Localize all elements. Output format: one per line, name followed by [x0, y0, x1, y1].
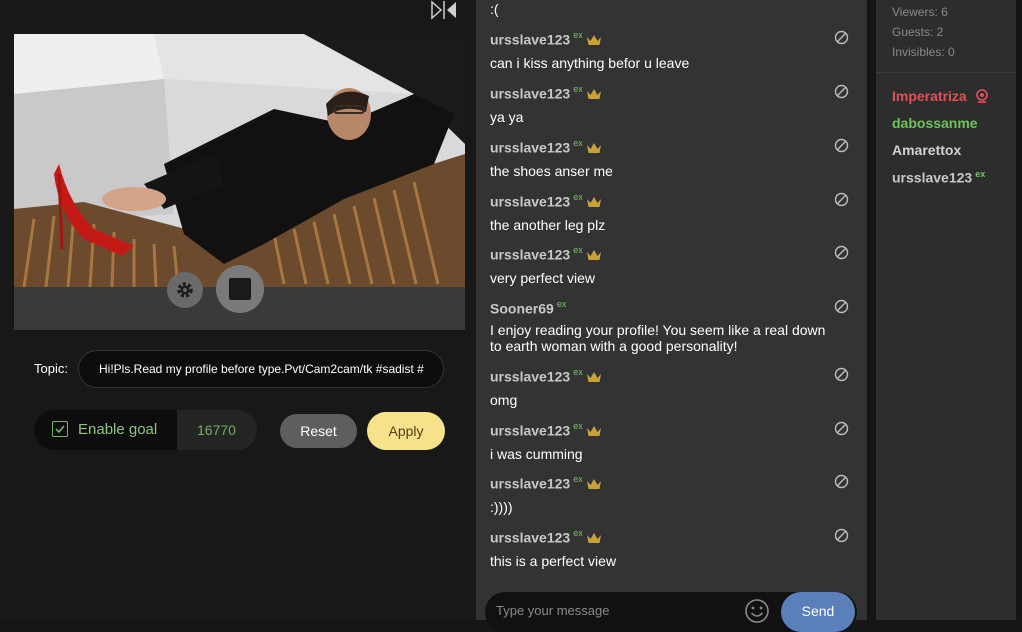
users-divider	[876, 72, 1016, 73]
chat-message: ursslave123 ex this is a perfect view	[490, 528, 849, 570]
chat-message: ursslave123 ex the shoes anser me	[490, 138, 849, 180]
chat-message: ursslave123 ex very perfect view	[490, 245, 849, 287]
chat-message-text: omg	[490, 392, 518, 409]
apply-button[interactable]: Apply	[367, 412, 445, 450]
chat-message: ursslave123 ex can i kiss anything befor u…	[490, 30, 849, 72]
user-list-item[interactable]: dabossanme	[892, 115, 978, 131]
ban-icon[interactable]	[834, 421, 849, 436]
chat-panel: :( ursslave123 ex can i kiss anything befo…	[476, 0, 867, 620]
chat-message-text: this is a perfect view	[490, 553, 617, 570]
crown-icon	[586, 370, 602, 388]
goal-toggle-group: Enable goal 16770	[34, 410, 257, 450]
chat-username[interactable]: ursslave123	[490, 246, 570, 262]
ban-icon[interactable]	[834, 192, 849, 207]
crown-icon	[586, 477, 602, 495]
chat-username[interactable]: ursslave123	[490, 139, 570, 155]
chat-message: ursslave123 ex:))))	[490, 474, 849, 516]
goal-amount-value[interactable]: 16770	[197, 422, 236, 438]
video-preview	[14, 34, 465, 287]
ex-badge: ex	[573, 245, 583, 255]
chat-message-text: :(	[490, 1, 499, 17]
chat-username[interactable]: ursslave123	[490, 31, 570, 47]
chat-message: ursslave123 ex the another leg plz	[490, 192, 849, 234]
user-list-item[interactable]: Imperatriza	[892, 88, 989, 106]
user-list-item[interactable]: Amarettox	[892, 142, 961, 158]
ban-icon[interactable]	[834, 299, 849, 314]
chat-username[interactable]: ursslave123	[490, 529, 570, 545]
chat-message-text: very perfect view	[490, 270, 596, 287]
gear-icon	[177, 282, 193, 298]
reset-button[interactable]: Reset	[280, 414, 357, 448]
ex-badge: ex	[975, 169, 986, 179]
flip-horizontal-icon[interactable]	[430, 0, 458, 20]
invisibles-count: Invisibles: 0	[892, 45, 955, 59]
chat-message-text: can i kiss anything befor u leave	[490, 55, 690, 72]
guests-count: Guests: 2	[892, 25, 944, 39]
chat-message-text: I enjoy reading your profile! You seem l…	[490, 322, 826, 355]
crown-icon	[586, 87, 602, 105]
topic-input[interactable]: Hi!Pls.Read my profile before type.Pvt/C…	[78, 350, 444, 388]
ex-badge: ex	[573, 528, 583, 538]
webcam-icon	[975, 89, 989, 106]
ex-badge: ex	[573, 367, 583, 377]
stop-broadcast-button[interactable]	[216, 265, 264, 313]
ex-badge: ex	[556, 299, 567, 309]
enable-goal-checkbox[interactable]	[52, 421, 68, 437]
user-name[interactable]: ursslave123	[892, 170, 972, 186]
chat-message: ursslave123 ex i was cumming	[490, 421, 849, 463]
ex-badge: ex	[573, 30, 583, 40]
chat-username[interactable]: ursslave123	[490, 193, 570, 209]
chat-message-text: the shoes anser me	[490, 163, 613, 180]
send-button[interactable]: Send	[781, 592, 855, 632]
chat-message-text: :))))	[490, 499, 513, 516]
topic-label: Topic:	[34, 361, 68, 376]
enable-goal-label[interactable]: Enable goal	[78, 421, 157, 438]
chat-message-text: ya ya	[490, 109, 524, 126]
chat-message-text: the another leg plz	[490, 217, 606, 234]
crown-icon	[586, 33, 602, 51]
viewers-count: Viewers: 6	[892, 5, 948, 19]
ban-icon[interactable]	[834, 367, 849, 382]
ban-icon[interactable]	[834, 84, 849, 99]
ex-badge: ex	[573, 84, 583, 94]
ban-icon[interactable]	[834, 30, 849, 45]
settings-button[interactable]	[167, 272, 203, 308]
chat-message-text: i was cumming	[490, 446, 583, 463]
chat-message: Sooner69 ex I enjoy reading your profile! …	[490, 299, 849, 355]
crown-icon	[586, 141, 602, 159]
ex-badge: ex	[573, 192, 583, 202]
chat-username[interactable]: ursslave123	[490, 85, 570, 101]
ban-icon[interactable]	[834, 138, 849, 153]
user-name[interactable]: Amarettox	[892, 142, 961, 158]
user-name[interactable]: dabossanme	[892, 115, 978, 131]
chat-username[interactable]: ursslave123	[490, 475, 570, 491]
crown-icon	[586, 248, 602, 266]
chat-username[interactable]: ursslave123	[490, 368, 570, 384]
crown-icon	[586, 424, 602, 442]
user-name[interactable]: Imperatriza	[892, 88, 967, 104]
ex-badge: ex	[573, 474, 583, 484]
chat-username[interactable]: ursslave123	[490, 422, 570, 438]
ex-badge: ex	[573, 421, 583, 431]
crown-icon	[586, 195, 602, 213]
emoji-icon[interactable]	[744, 598, 770, 624]
message-input-placeholder: Type your message	[496, 603, 610, 618]
chat-username[interactable]: Sooner69	[490, 300, 554, 316]
ban-icon[interactable]	[834, 474, 849, 489]
stop-icon	[229, 278, 251, 300]
checkmark-icon	[55, 425, 65, 434]
chat-message: ursslave123 ex ya ya	[490, 84, 849, 126]
video-frame-image	[14, 34, 465, 287]
user-list-item[interactable]: ursslave123 ex	[892, 169, 985, 186]
ex-badge: ex	[573, 138, 583, 148]
ban-icon[interactable]	[834, 528, 849, 543]
crown-icon	[586, 531, 602, 549]
ban-icon[interactable]	[834, 245, 849, 260]
chat-message: ursslave123 ex omg	[490, 367, 849, 409]
